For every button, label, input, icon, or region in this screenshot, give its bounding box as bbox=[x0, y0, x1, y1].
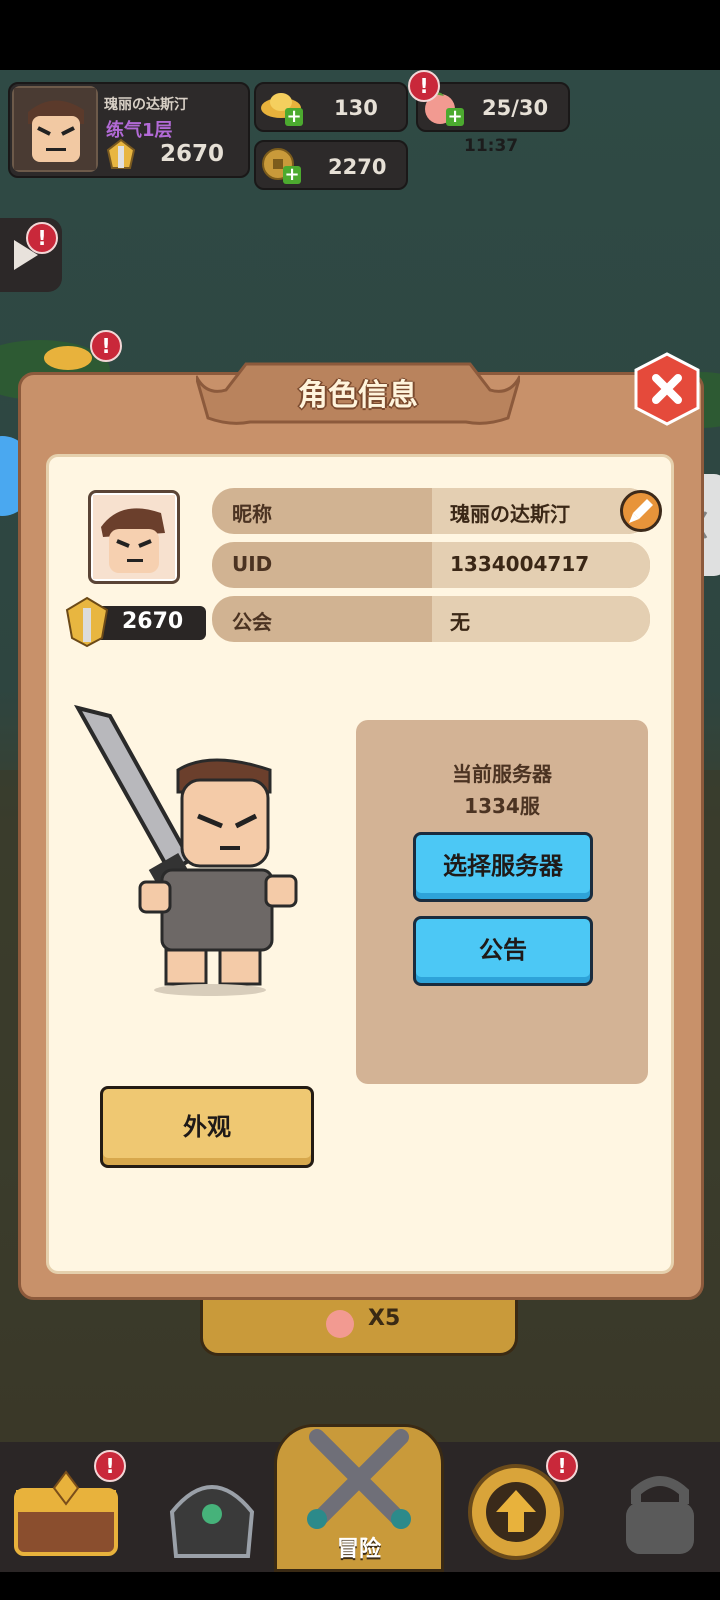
nav-upgrade-badge: ! bbox=[546, 1450, 578, 1482]
select-server-button[interactable]: 选择服务器 bbox=[413, 832, 593, 902]
nickname-row: 昵称 瑰丽の达斯汀 bbox=[212, 488, 650, 534]
power-helmet-icon bbox=[106, 138, 136, 169]
nav-locked[interactable] bbox=[600, 1452, 720, 1568]
gold-ingot-value: 130 bbox=[334, 96, 378, 120]
stamina-timer: 11:37 bbox=[464, 136, 519, 156]
dialog-title: 角色信息 bbox=[298, 378, 418, 413]
character-face-icon bbox=[93, 495, 175, 579]
character-sprite bbox=[73, 704, 298, 996]
nav-home-badge: ! bbox=[94, 1450, 126, 1482]
uid-row: UID 1334004717 bbox=[212, 542, 650, 588]
stamina-alert-badge: ! bbox=[408, 70, 440, 102]
close-button[interactable] bbox=[632, 352, 702, 428]
nav-adventure[interactable]: 冒险 bbox=[274, 1424, 444, 1572]
stamina-value: 25/30 bbox=[482, 96, 549, 120]
peach-reward-icon bbox=[326, 1310, 354, 1338]
treasure-icon[interactable] bbox=[40, 334, 96, 374]
guild-label: 公会 bbox=[232, 610, 272, 634]
add-coin-icon[interactable]: + bbox=[283, 166, 301, 184]
nav-equipment[interactable] bbox=[152, 1452, 272, 1568]
edit-nickname-button[interactable] bbox=[620, 490, 662, 532]
power-value: 2670 bbox=[122, 609, 184, 634]
helmet-icon bbox=[169, 1485, 255, 1558]
side-alert-badge: ! bbox=[26, 222, 58, 254]
power-emblem-icon bbox=[65, 596, 109, 648]
treasure-alert-badge: ! bbox=[90, 330, 122, 362]
nickname-value: 瑰丽の达斯汀 bbox=[450, 502, 570, 526]
add-stamina-icon[interactable]: + bbox=[446, 108, 464, 126]
avatar-face-icon bbox=[14, 88, 96, 170]
guild-row: 公会 无 bbox=[212, 596, 650, 642]
character-portrait bbox=[88, 490, 180, 584]
guild-value: 无 bbox=[450, 610, 470, 634]
avatar[interactable] bbox=[12, 86, 98, 172]
lock-icon bbox=[626, 1476, 694, 1554]
current-server-label: 当前服务器 bbox=[452, 762, 552, 786]
uid-value: 1334004717 bbox=[450, 552, 590, 576]
player-name: 瑰丽の达斯汀 bbox=[104, 97, 188, 113]
game-screen: 瑰丽の达斯汀 练气1层 2670 + 130 + 2270 + 25/30 11… bbox=[0, 0, 720, 1600]
peach-reward-count: X5 bbox=[368, 1306, 401, 1331]
add-gold-icon[interactable]: + bbox=[285, 108, 303, 126]
uid-label: UID bbox=[232, 552, 273, 576]
appearance-button[interactable]: 外观 bbox=[100, 1086, 314, 1168]
current-server-value: 1334服 bbox=[464, 794, 540, 818]
coin-value: 2270 bbox=[328, 155, 387, 179]
nickname-label: 昵称 bbox=[232, 502, 272, 526]
crossed-swords-icon bbox=[307, 1429, 411, 1529]
notice-button[interactable]: 公告 bbox=[413, 916, 593, 986]
brush-icon bbox=[629, 499, 653, 523]
nav-adventure-label: 冒险 bbox=[336, 1537, 381, 1562]
player-power: 2670 bbox=[160, 141, 225, 167]
